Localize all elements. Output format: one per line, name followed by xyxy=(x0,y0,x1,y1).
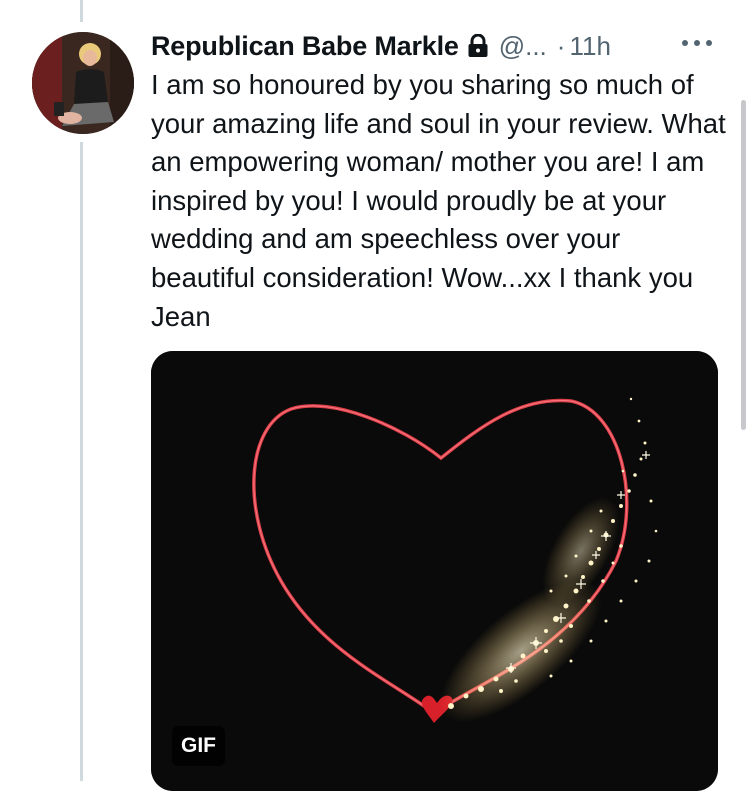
media-gif[interactable]: GIF xyxy=(151,351,718,791)
avatar[interactable] xyxy=(32,32,134,134)
timestamp[interactable]: 11h xyxy=(569,31,610,62)
scrollbar[interactable] xyxy=(741,100,746,430)
thread-line-bottom xyxy=(80,142,83,781)
lock-icon xyxy=(467,33,489,58)
separator-dot: · xyxy=(556,30,566,61)
sparkling-heart-image xyxy=(151,351,718,791)
gif-badge: GIF xyxy=(172,726,225,766)
thread-line-top xyxy=(80,0,83,22)
tweet-header: Republican Babe Markle @... · 11h xyxy=(151,28,720,64)
handle[interactable]: @... xyxy=(499,31,547,62)
tweet-text: I am so honoured by you sharing so much … xyxy=(151,69,726,332)
more-horizontal-icon[interactable] xyxy=(680,36,714,50)
display-name[interactable]: Republican Babe Markle xyxy=(151,31,459,62)
avatar-image xyxy=(32,32,134,134)
